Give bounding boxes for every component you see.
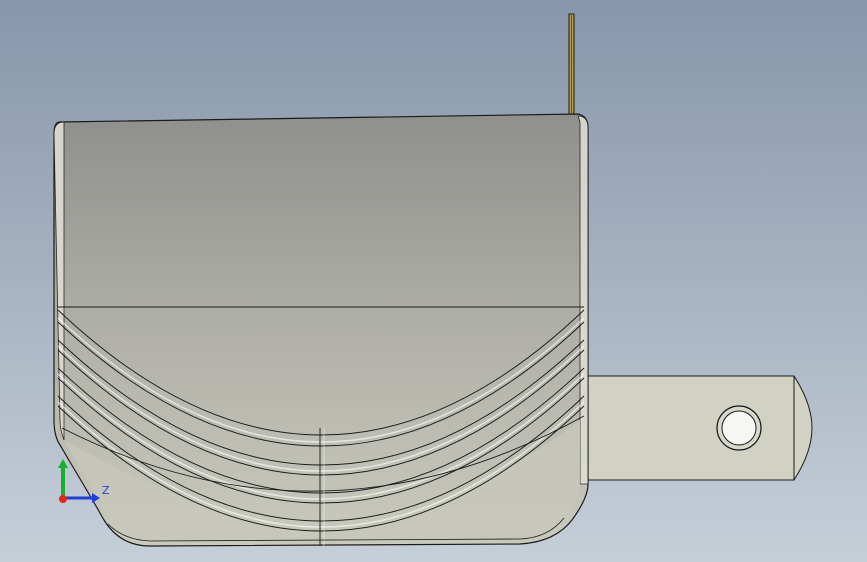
z-axis-arrow-icon [92, 493, 100, 503]
triad-z-label: Z [102, 484, 110, 497]
housing-body[interactable] [53, 113, 589, 547]
mounting-tab[interactable] [583, 375, 813, 481]
y-axis-arrow-icon [58, 459, 68, 468]
model-view[interactable] [0, 0, 867, 562]
3d-viewport[interactable]: Z [0, 0, 867, 562]
pin[interactable] [568, 13, 575, 121]
x-axis-dot [59, 495, 67, 503]
